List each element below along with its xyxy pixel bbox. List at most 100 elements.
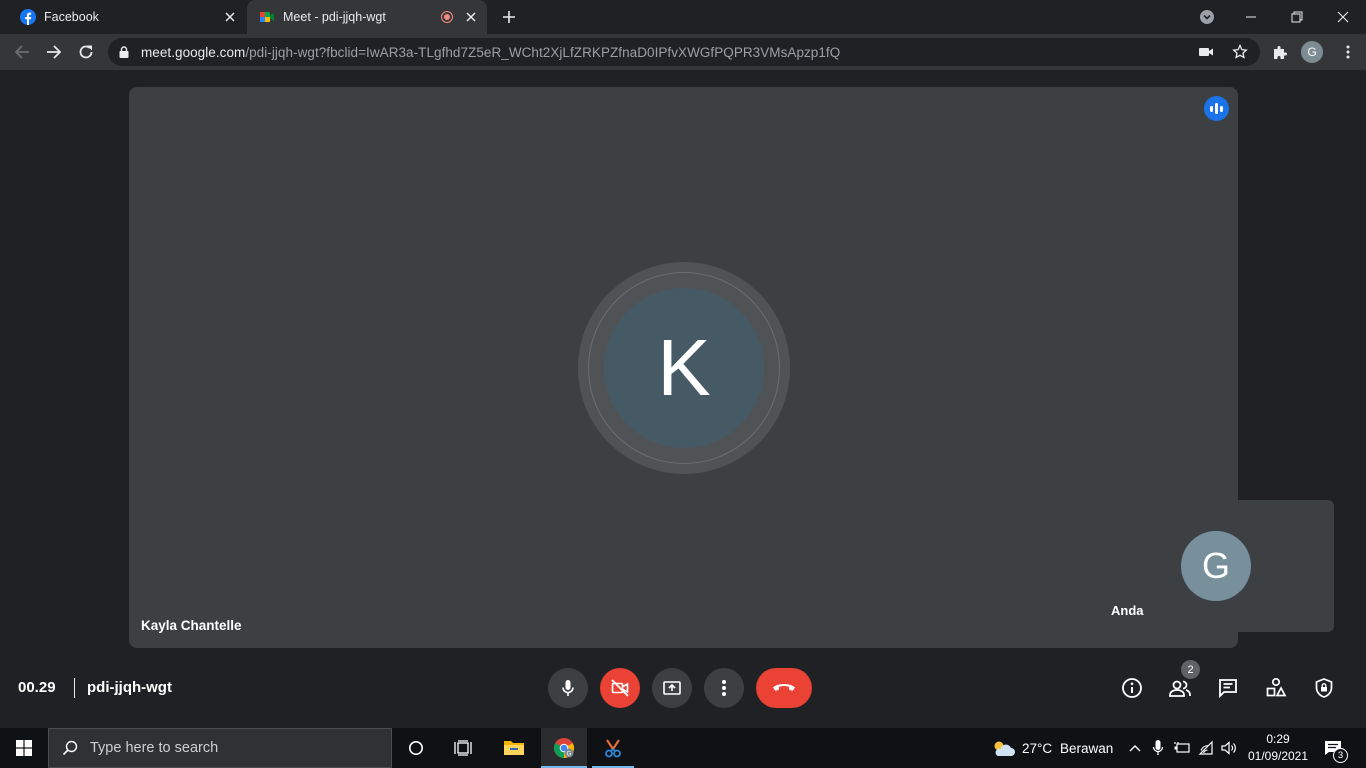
notification-count-badge: 3 [1333,748,1348,763]
new-tab-button[interactable] [497,6,521,28]
meeting-details-button[interactable] [1117,673,1147,703]
chat-icon [1219,679,1237,699]
host-controls-button[interactable] [1309,673,1339,703]
close-tab-icon[interactable] [220,7,240,27]
url-host: meet.google.com [141,44,246,60]
lock-icon [119,46,129,58]
svg-text:G: G [567,752,572,758]
browser-menu-button[interactable] [1334,38,1362,66]
google-meet-icon [260,12,274,22]
reload-icon [79,45,93,59]
tab-search-button[interactable] [1184,0,1230,34]
close-window-button[interactable] [1320,0,1366,34]
restore-icon [1291,11,1303,23]
back-button[interactable] [8,38,36,66]
chat-button[interactable] [1213,673,1243,703]
camera-in-use-icon[interactable] [1198,44,1214,65]
task-view-icon [454,740,472,756]
cortana-circle-icon [409,741,423,755]
reload-button[interactable] [72,38,100,66]
participant-avatar: K [604,288,764,448]
activities-button[interactable] [1261,673,1291,703]
file-explorer-button[interactable] [491,728,537,768]
bookmark-star-icon[interactable] [1232,43,1248,65]
puzzle-icon [1274,46,1287,59]
windows-logo-icon [16,740,32,756]
shield-lock-icon [1315,678,1333,698]
tab-facebook[interactable]: Facebook [8,0,246,34]
more-options-button[interactable] [704,668,744,708]
video-off-icon [611,679,629,697]
search-placeholder: Type here to search [90,740,219,756]
weather-icon[interactable] [990,738,1016,758]
folder-icon [504,741,524,755]
battery-icon[interactable] [1172,738,1192,758]
leave-call-button[interactable] [756,668,812,708]
participant-name: Kayla Chantelle [141,618,242,633]
browser-tab-strip: Facebook Meet - pdi-jjqh-wgt [0,0,1366,34]
restore-button[interactable] [1274,0,1320,34]
meeting-time: 00.29 [18,679,56,696]
tab-title: Facebook [44,10,99,24]
windows-taskbar: Type here to search G 27°C Berawan 0:29 … [0,728,1366,768]
arrow-right-icon [47,45,62,59]
weather-temperature[interactable]: 27°C [1022,741,1052,756]
weather-description[interactable]: Berawan [1060,741,1113,756]
show-hidden-icons-button[interactable] [1125,738,1145,758]
info-icon [1122,678,1142,698]
clock-time: 0:29 [1266,732,1290,746]
wifi-icon[interactable] [1197,738,1217,758]
tab-title: Meet - pdi-jjqh-wgt [283,10,386,24]
volume-icon[interactable] [1219,738,1239,758]
present-to-all-icon [663,681,681,695]
url-path: /pdi-jjqh-wgt?fbclid=IwAR3a-TLgfhd7Z5eR_… [245,44,841,60]
snip-sketch-icon [605,739,621,758]
browser-toolbar: meet.google.com/pdi-jjqh-wgt?fbclid=IwAR… [0,34,1366,70]
forward-button[interactable] [40,38,68,66]
close-tab-icon[interactable] [461,7,481,27]
cortana-button[interactable] [393,728,439,768]
main-participant-tile[interactable]: K Kayla Chantelle [129,87,1238,648]
extensions-button[interactable] [1266,38,1294,66]
meet-stage: K Kayla Chantelle G Anda 00.29 pdi-jjqh-… [0,70,1366,714]
minimize-icon [1246,16,1256,18]
divider [74,678,75,698]
self-name: Anda [1111,603,1144,618]
camera-off-button[interactable] [600,668,640,708]
chevron-down-icon [1200,10,1214,24]
clock-date: 01/09/2021 [1247,749,1309,763]
self-avatar: G [1181,531,1251,601]
taskbar-search-box[interactable]: Type here to search [48,728,392,768]
address-bar[interactable]: meet.google.com/pdi-jjqh-wgt?fbclid=IwAR… [108,38,1260,66]
chrome-taskbar-button[interactable]: G [541,728,587,768]
start-button[interactable] [0,728,48,768]
system-clock[interactable]: 0:29 01/09/2021 [1244,731,1312,765]
more-vert-icon [722,680,726,696]
meeting-code: pdi-jjqh-wgt [87,679,172,696]
shapes-icon [1266,677,1287,697]
facebook-icon [20,9,36,25]
avatar-ring: K [578,262,790,474]
microphone-tray-icon[interactable] [1148,738,1168,758]
microphone-button[interactable] [548,668,588,708]
profile-avatar[interactable]: G [1301,41,1323,63]
minimize-button[interactable] [1228,0,1274,34]
recording-indicator-icon [441,11,453,23]
arrow-left-icon [14,45,29,59]
participant-count-badge: 2 [1181,660,1200,679]
more-vert-icon [1346,45,1350,59]
present-screen-button[interactable] [652,668,692,708]
chrome-icon: G [553,738,575,759]
chevron-up-icon [1129,745,1141,752]
speaking-indicator-icon [1204,96,1229,121]
tab-meet[interactable]: Meet - pdi-jjqh-wgt [247,0,487,34]
mic-icon [562,680,574,696]
call-end-icon [773,684,795,691]
snipping-tool-button[interactable] [590,728,636,768]
self-view-tile[interactable]: G Anda [1099,500,1334,632]
close-icon [1337,11,1349,23]
url-text: meet.google.com/pdi-jjqh-wgt?fbclid=IwAR… [141,45,840,60]
people-icon [1169,680,1191,697]
task-view-button[interactable] [440,728,486,768]
search-icon [62,740,78,756]
